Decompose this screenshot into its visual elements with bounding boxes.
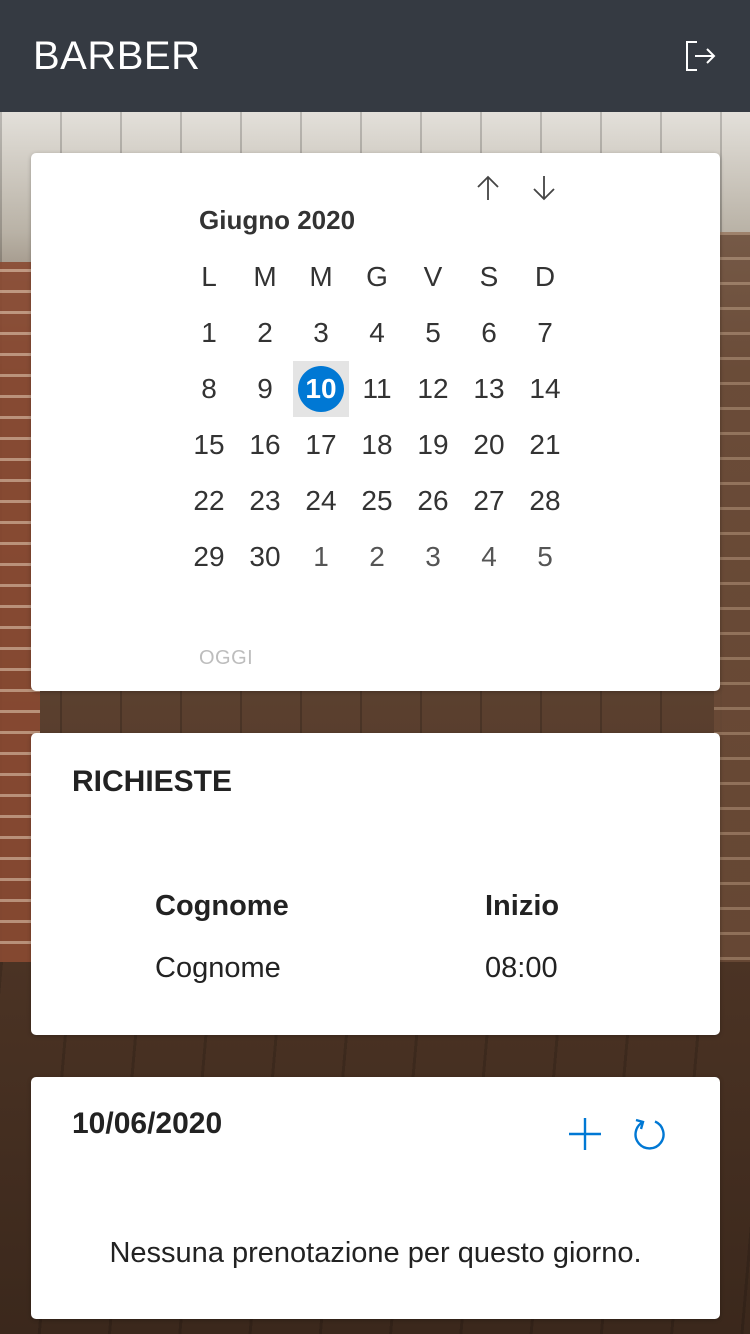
requests-title: RICHIESTE — [72, 765, 233, 798]
table-row[interactable]: Cognome 08:00 — [155, 937, 575, 999]
empty-bookings-message: Nessuna prenotazione per questo giorno. — [109, 1237, 642, 1269]
column-header-surname: Cognome — [155, 889, 289, 922]
calendar-day[interactable]: 18 — [349, 417, 405, 473]
requests-card: RICHIESTE Cognome Inizio Cognome 08:00 — [31, 733, 720, 1035]
top-app-bar: BARBER — [0, 0, 750, 112]
calendar-day[interactable]: 21 — [517, 417, 573, 473]
calendar-day[interactable]: 24 — [293, 473, 349, 529]
calendar-day[interactable]: 15 — [181, 417, 237, 473]
calendar-day[interactable]: 3 — [293, 305, 349, 361]
weekday-label: V — [423, 261, 443, 292]
plus-icon — [569, 1118, 601, 1150]
arrow-down-icon — [533, 176, 555, 201]
calendar-nav — [471, 171, 561, 205]
calendar-day[interactable]: 1 — [293, 529, 349, 585]
calendar-day[interactable]: 2 — [349, 529, 405, 585]
day-bookings-card: 10/06/2020 Nessuna prenotazione per ques… — [31, 1077, 720, 1319]
calendar-day[interactable]: 1 — [181, 305, 237, 361]
calendar-day[interactable]: 26 — [405, 473, 461, 529]
calendar-day[interactable]: 19 — [405, 417, 461, 473]
weekday-label: S — [479, 261, 499, 292]
calendar-day[interactable]: 16 — [237, 417, 293, 473]
calendar-day[interactable]: 30 — [237, 529, 293, 585]
calendar-day[interactable]: 14 — [517, 361, 573, 417]
refresh-button[interactable] — [630, 1115, 668, 1153]
calendar-day[interactable]: 12 — [405, 361, 461, 417]
calendar-day[interactable]: 13 — [461, 361, 517, 417]
calendar-day[interactable]: 27 — [461, 473, 517, 529]
calendar-day[interactable]: 2 — [237, 305, 293, 361]
calendar-day[interactable]: 29 — [181, 529, 237, 585]
calendar-day[interactable]: 17 — [293, 417, 349, 473]
app-title: BARBER — [33, 33, 201, 78]
weekday-label: L — [201, 261, 217, 292]
calendar-day[interactable]: 5 — [405, 305, 461, 361]
calendar-grid: L M M G V S D 1 2 3 4 5 6 7 8 9 10 11 12 13 14 15 16 17 18 19 20 21… — [181, 249, 573, 585]
weekday-label: M — [309, 261, 333, 292]
previous-month-button[interactable] — [471, 171, 505, 205]
logout-button[interactable] — [682, 38, 718, 74]
add-booking-button[interactable] — [566, 1115, 604, 1153]
calendar-day[interactable]: 28 — [517, 473, 573, 529]
cell-surname: Cognome — [155, 951, 281, 984]
calendar-day-selected[interactable]: 10 — [293, 361, 349, 417]
weekday-label: M — [253, 261, 277, 292]
selected-date-title: 10/06/2020 — [72, 1107, 223, 1140]
requests-table: Cognome Inizio Cognome 08:00 — [155, 875, 575, 999]
logout-icon — [686, 41, 716, 71]
column-header-start: Inizio — [485, 889, 560, 922]
weekday-label: D — [534, 261, 556, 292]
calendar-day[interactable]: 23 — [237, 473, 293, 529]
calendar-day[interactable]: 20 — [461, 417, 517, 473]
calendar-day[interactable]: 5 — [517, 529, 573, 585]
calendar-month-label[interactable]: Giugno 2020 — [199, 205, 355, 236]
today-button[interactable]: OGGI — [199, 647, 253, 670]
refresh-icon — [634, 1118, 665, 1150]
calendar-day[interactable]: 25 — [349, 473, 405, 529]
arrow-up-icon — [477, 175, 499, 200]
calendar-day[interactable]: 9 — [237, 361, 293, 417]
calendar-day[interactable]: 4 — [461, 529, 517, 585]
calendar-day[interactable]: 3 — [405, 529, 461, 585]
calendar-day[interactable]: 6 — [461, 305, 517, 361]
calendar-day[interactable]: 11 — [349, 361, 405, 417]
selected-day-marker: 10 — [298, 366, 344, 412]
cell-start-time: 08:00 — [485, 951, 558, 984]
table-header-row: Cognome Inizio — [155, 875, 575, 937]
day-actions — [566, 1115, 668, 1153]
next-month-button[interactable] — [527, 171, 561, 205]
calendar-day[interactable]: 7 — [517, 305, 573, 361]
calendar-day[interactable]: 4 — [349, 305, 405, 361]
calendar-day[interactable]: 22 — [181, 473, 237, 529]
weekday-label: G — [366, 261, 388, 292]
calendar-day[interactable]: 8 — [181, 361, 237, 417]
calendar-card: Giugno 2020 L M M G V S D 1 2 3 4 5 6 7 8 9 10 11 12 13 14 15… — [31, 153, 720, 691]
